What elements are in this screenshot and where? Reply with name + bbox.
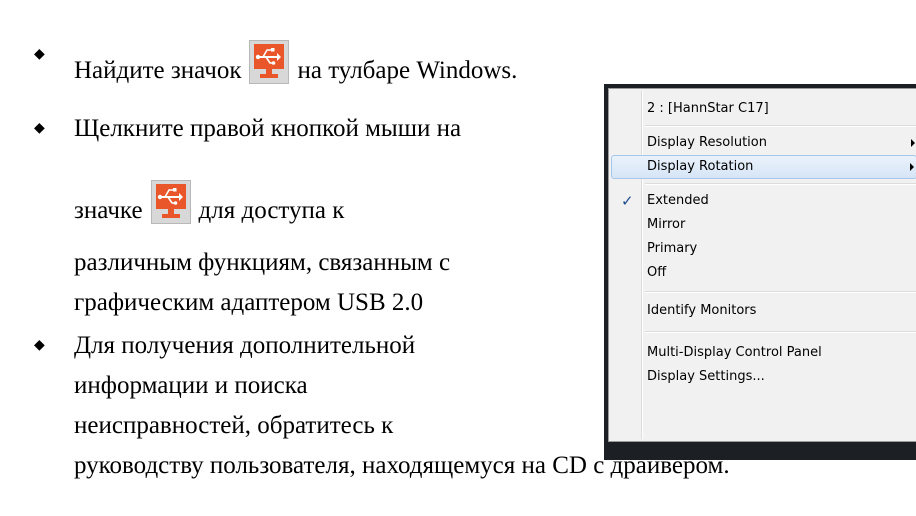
submenu-arrow-icon: [911, 139, 915, 147]
menu-item-off[interactable]: Off: [611, 261, 916, 285]
instruction-line: информации и поиска: [74, 372, 308, 399]
menu-separator: [645, 331, 916, 333]
menu-item-label: 2 : [HannStar C17]: [647, 101, 769, 116]
menu-item-label: Multi-Display Control Panel: [647, 345, 822, 360]
instruction-line: неисправностей, обратитесь к: [74, 412, 394, 439]
instruction-line: значке для доступа к: [74, 180, 344, 226]
menu-item-primary[interactable]: Primary: [611, 237, 916, 261]
bullet: ◆: [34, 338, 45, 353]
menu-item-label: Display Settings...: [647, 369, 765, 384]
instruction-line: Найдите значок на тулбаре Windows.: [74, 40, 517, 86]
instruction-line: различным функциям, связанным с: [74, 249, 451, 276]
instruction-line: Для получения дополнительной: [74, 332, 416, 359]
menu-item-multi-display-control-panel[interactable]: Multi-Display Control Panel: [611, 341, 916, 365]
menu-item-label: Mirror: [647, 217, 686, 232]
menu-item-display-resolution[interactable]: Display Resolution: [611, 131, 916, 155]
menu-item-label: Display Resolution: [647, 135, 767, 150]
submenu-arrow-icon: [910, 163, 914, 171]
menu-separator: [645, 125, 916, 127]
instruction-line: графическим адаптером USB 2.0: [74, 289, 424, 316]
menu-item-display-rotation[interactable]: Display Rotation: [611, 155, 916, 179]
usb-display-icon: [150, 180, 191, 224]
usb-display-icon: [249, 40, 290, 84]
menu-item-extended[interactable]: ✓ Extended: [611, 189, 916, 213]
instruction-text: Найдите значок: [74, 57, 242, 84]
menu-item-mirror[interactable]: Mirror: [611, 213, 916, 237]
menu-item-label: Primary: [647, 241, 698, 256]
menu-item-display-settings[interactable]: Display Settings...: [611, 365, 916, 389]
menu-item-label: Identify Monitors: [647, 303, 757, 318]
bullet: ◆: [34, 47, 45, 62]
check-icon: ✓: [621, 192, 634, 210]
instruction-text: на тулбаре Windows.: [297, 57, 518, 84]
context-menu-screenshot: 2 : [HannStar C17] Display Resolution Di…: [604, 84, 916, 460]
menu-separator: [645, 183, 916, 185]
menu-item-monitor-header[interactable]: 2 : [HannStar C17]: [611, 97, 916, 121]
menu-item-identify-monitors[interactable]: Identify Monitors: [611, 299, 916, 323]
instruction-text: для доступа к: [198, 197, 345, 224]
instruction-text: значке: [74, 197, 143, 224]
instruction-line: Щелкните правой кнопкой мыши на: [74, 115, 462, 142]
bullet: ◆: [34, 121, 45, 136]
menu-separator: [645, 291, 916, 293]
menu-item-label: Extended: [647, 193, 709, 208]
menu-item-label: Display Rotation: [647, 159, 754, 174]
context-menu: 2 : [HannStar C17] Display Resolution Di…: [608, 88, 916, 442]
menu-item-label: Off: [647, 265, 667, 280]
